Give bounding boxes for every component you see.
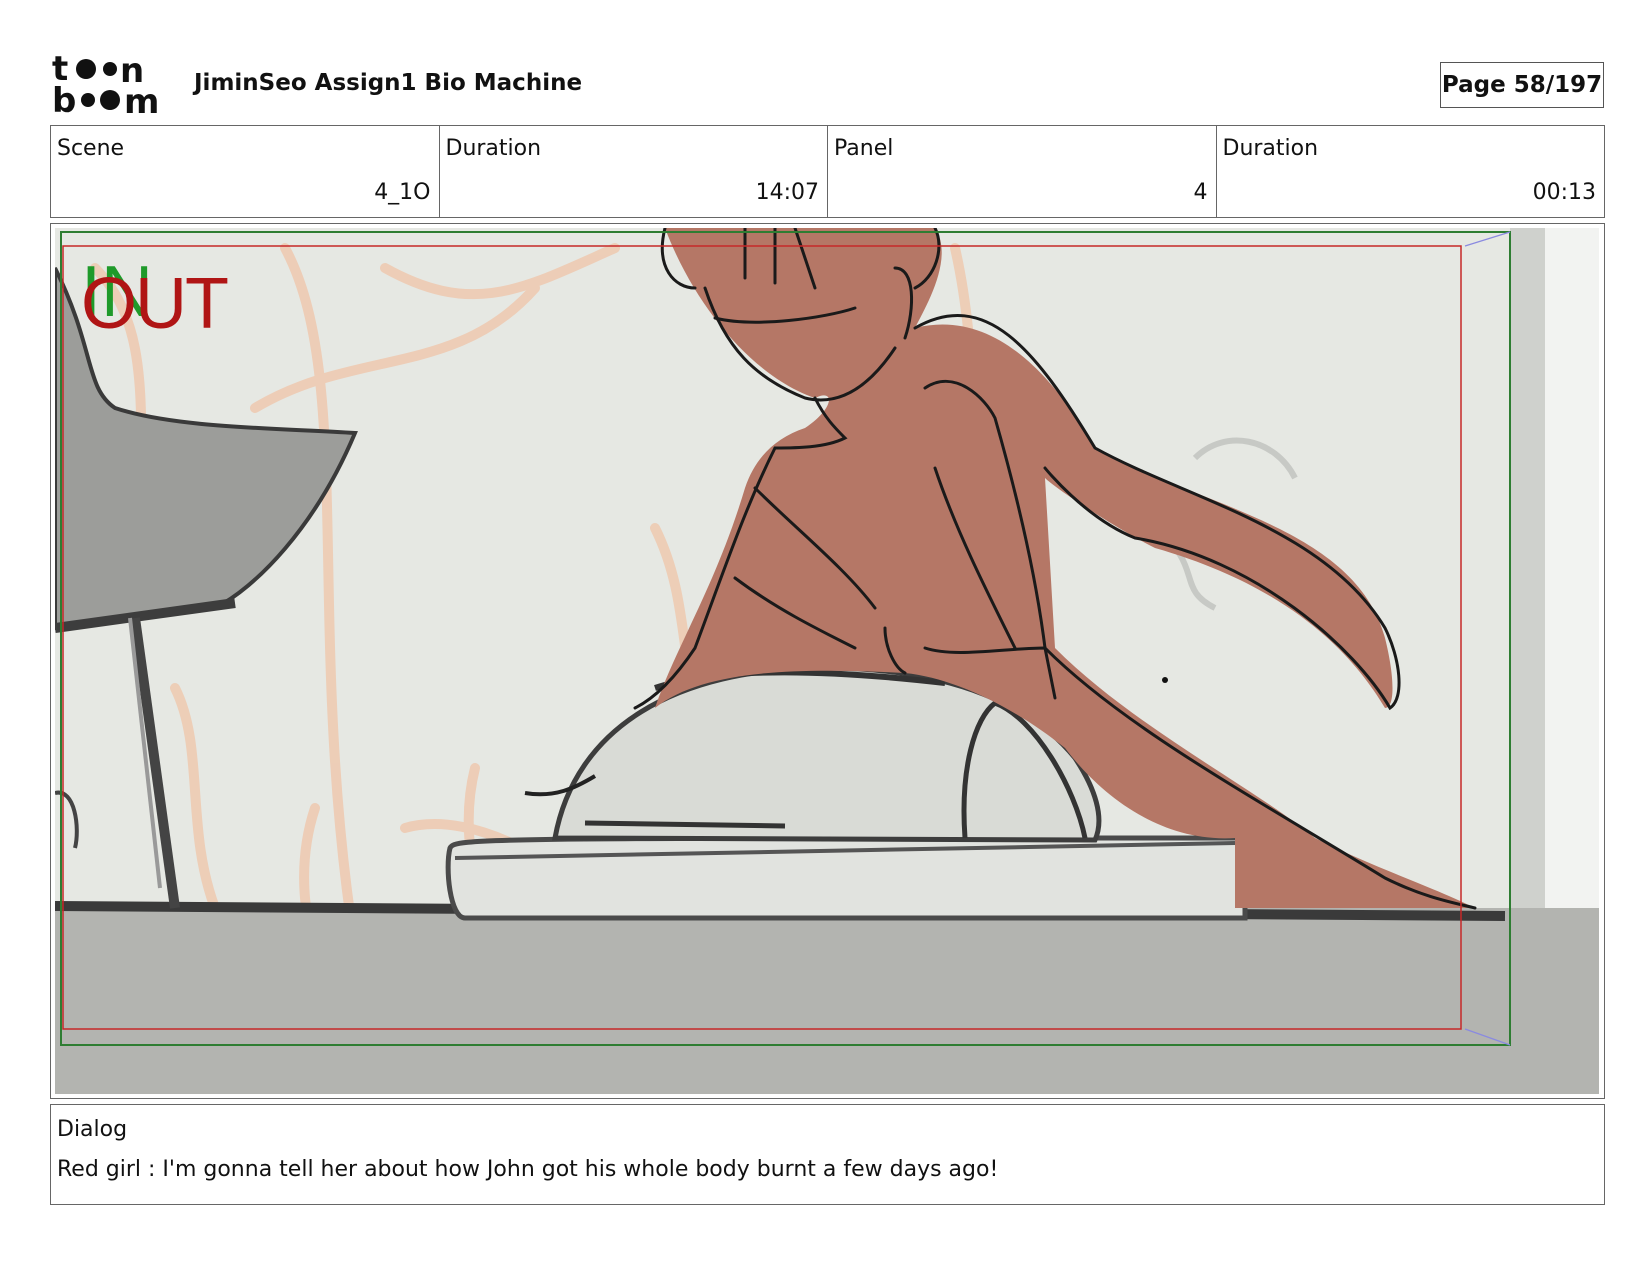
svg-text:b: b: [52, 81, 76, 116]
panel-duration-value: 00:13: [1532, 180, 1596, 205]
page-number: 58/197: [1513, 72, 1603, 98]
toon-boom-logo: t n b m: [52, 49, 167, 122]
dialog-text: Red girl : I'm gonna tell her about how …: [57, 1157, 999, 1182]
out-marker: OUT: [81, 264, 229, 344]
panel-duration-label: Duration: [1222, 136, 1319, 161]
scene-cell: Scene 4_1O: [51, 126, 440, 217]
project-title: JiminSeo Assign1 Bio Machine: [194, 70, 583, 96]
scene-label: Scene: [57, 136, 125, 161]
scene-duration-value: 14:07: [755, 180, 819, 205]
panel-duration-cell: Duration 00:13: [1217, 126, 1605, 217]
panel-cell: Panel 4: [828, 126, 1217, 217]
scene-value: 4_1O: [374, 180, 431, 205]
page-indicator: Page 58/197: [1440, 62, 1604, 108]
dialog-box: Dialog Red girl : I'm gonna tell her abo…: [50, 1104, 1605, 1205]
svg-text:m: m: [124, 82, 159, 116]
panel-info-table: Scene 4_1O Duration 14:07 Panel 4 Durati…: [50, 125, 1605, 218]
scene-duration-label: Duration: [445, 136, 542, 161]
panel-sketch: [55, 228, 1599, 1094]
panel-value: 4: [1193, 180, 1208, 205]
page-label: Page: [1441, 72, 1506, 98]
storyboard-panel: IN OUT: [50, 223, 1605, 1099]
scene-duration-cell: Duration 14:07: [440, 126, 828, 217]
panel-label: Panel: [834, 136, 894, 161]
dialog-label: Dialog: [57, 1117, 128, 1142]
